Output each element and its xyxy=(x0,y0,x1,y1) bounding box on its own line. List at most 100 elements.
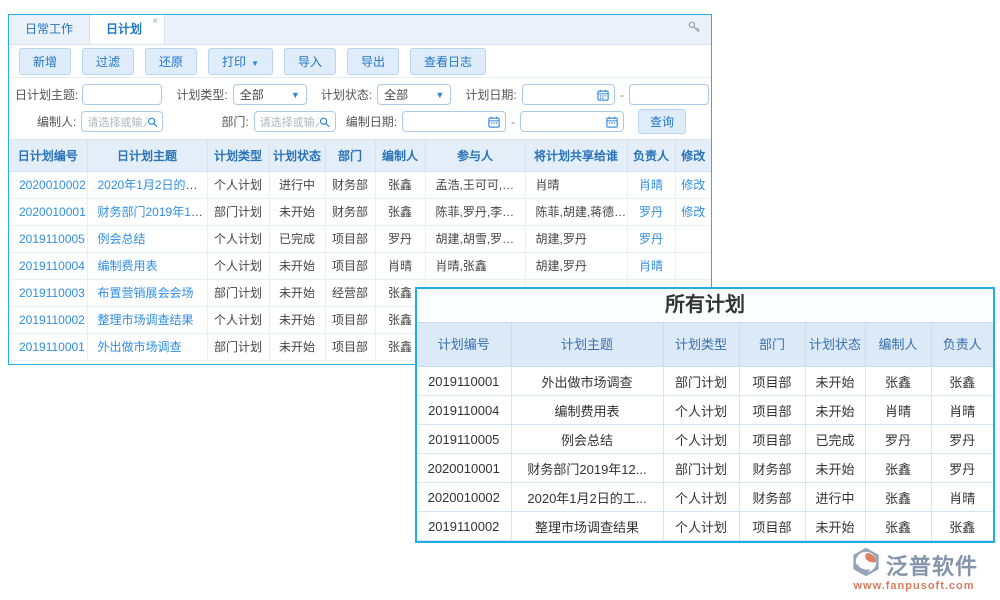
plan-dept: 财务部 xyxy=(325,171,375,198)
col-header-type[interactable]: 计划类型 xyxy=(663,323,739,367)
col-header-status[interactable]: 计划状态 xyxy=(269,140,325,171)
plan-id-link[interactable]: 2019110002 xyxy=(19,313,85,327)
table-row[interactable]: 2020010001 财务部门2019年12... 部门计划 财务部 未开始 张… xyxy=(417,454,993,483)
table-row[interactable]: 2019110001 外出做市场调查 部门计划 项目部 未开始 张鑫 张鑫 xyxy=(417,367,993,396)
plan-id-link[interactable]: 2019110003 xyxy=(19,286,85,300)
dept-filter-input[interactable]: 请选择或输入 xyxy=(254,111,336,132)
plan-share: 胡建,罗丹 xyxy=(525,225,627,252)
table-row[interactable]: 2020010002 2020年1月2日的工... 个人计划 财务部 进行中 张… xyxy=(417,483,993,512)
add-button[interactable]: 新增 xyxy=(19,48,71,75)
plan-dept: 项目部 xyxy=(325,333,375,360)
created-date-from-input[interactable] xyxy=(402,111,506,132)
plan-subject: 2020年1月2日的工... xyxy=(511,483,663,512)
key-icon[interactable] xyxy=(687,20,701,39)
plan-subject-link[interactable]: 2020年1月2日的工作日... xyxy=(98,178,208,192)
plan-subject-link[interactable]: 例会总结 xyxy=(98,232,146,246)
tab-daily-work[interactable]: 日常工作 xyxy=(9,15,89,44)
all-plans-table: 计划编号 计划主题 计划类型 部门 计划状态 编制人 负责人 201911000… xyxy=(417,322,993,541)
col-header-creator[interactable]: 编制人 xyxy=(375,140,425,171)
plan-dept: 项目部 xyxy=(739,512,805,541)
table-row[interactable]: 2019110004 编制费用表 个人计划 项目部 未开始 肖晴 肖晴 xyxy=(417,396,993,425)
plan-dept: 项目部 xyxy=(739,425,805,454)
table-row[interactable]: 2019110002 整理市场调查结果 个人计划 项目部 未开始 张鑫 张鑫 xyxy=(417,512,993,541)
brand-url[interactable]: www.fanpusoft.com xyxy=(834,580,994,592)
status-filter-select[interactable]: 全部 ▼ xyxy=(377,84,451,105)
plan-creator: 张鑫 xyxy=(375,198,425,225)
calendar-icon xyxy=(597,89,609,101)
col-header-creator[interactable]: 编制人 xyxy=(865,323,931,367)
plan-participants: 孟浩,王可可,肖晴,张鑫 xyxy=(425,171,525,198)
plan-type: 个人计划 xyxy=(663,483,739,512)
plan-creator: 张鑫 xyxy=(865,367,931,396)
plan-subject: 外出做市场调查 xyxy=(511,367,663,396)
plan-dept: 项目部 xyxy=(739,396,805,425)
plan-owner: 罗丹 xyxy=(931,425,993,454)
col-header-dept[interactable]: 部门 xyxy=(739,323,805,367)
plan-owner-link[interactable]: 罗丹 xyxy=(639,205,663,219)
plan-id-link[interactable]: 2019110005 xyxy=(19,232,85,246)
plan-owner-link[interactable]: 肖晴 xyxy=(639,259,663,273)
plan-subject-link[interactable]: 财务部门2019年12月的... xyxy=(98,205,208,219)
col-header-share[interactable]: 将计划共享给谁 xyxy=(525,140,627,171)
col-header-plan-id[interactable]: 日计划编号 xyxy=(9,140,87,171)
plan-id-link[interactable]: 2019110001 xyxy=(19,340,85,354)
type-filter-select[interactable]: 全部 ▼ xyxy=(233,84,307,105)
export-button[interactable]: 导出 xyxy=(347,48,399,75)
col-header-subject[interactable]: 日计划主题 xyxy=(87,140,207,171)
plan-dept: 项目部 xyxy=(325,252,375,279)
plan-subject-link[interactable]: 外出做市场调查 xyxy=(98,340,182,354)
all-plans-title: 所有计划 xyxy=(417,289,993,322)
plan-id: 2019110004 xyxy=(417,396,511,425)
print-label: 打印 xyxy=(222,55,246,69)
print-button[interactable]: 打印▼ xyxy=(208,48,273,75)
filter-button[interactable]: 过滤 xyxy=(82,48,134,75)
col-header-edit[interactable]: 修改 xyxy=(675,140,711,171)
plan-subject-link[interactable]: 整理市场调查结果 xyxy=(98,313,194,327)
plan-dept: 项目部 xyxy=(739,367,805,396)
plan-type: 部门计划 xyxy=(663,367,739,396)
col-header-plan-id[interactable]: 计划编号 xyxy=(417,323,511,367)
plan-creator: 张鑫 xyxy=(375,171,425,198)
table-row[interactable]: 2019110005 例会总结 个人计划 项目部 已完成 罗丹 罗丹 xyxy=(417,425,993,454)
creator-filter-input[interactable]: 请选择或输入 xyxy=(81,111,163,132)
dept-filter-placeholder: 请选择或输入 xyxy=(260,114,319,130)
col-header-status[interactable]: 计划状态 xyxy=(805,323,865,367)
plan-owner-link[interactable]: 肖晴 xyxy=(639,178,663,192)
edit-link[interactable]: 修改 xyxy=(681,205,705,219)
plan-type: 部门计划 xyxy=(207,279,269,306)
plan-type: 部门计划 xyxy=(663,454,739,483)
plan-date-from-input[interactable] xyxy=(522,84,615,105)
import-button[interactable]: 导入 xyxy=(284,48,336,75)
col-header-subject[interactable]: 计划主题 xyxy=(511,323,663,367)
col-header-dept[interactable]: 部门 xyxy=(325,140,375,171)
created-date-to-input[interactable] xyxy=(520,111,624,132)
plan-subject-link[interactable]: 布置营销展会会场 xyxy=(98,286,194,300)
plan-owner-link[interactable]: 罗丹 xyxy=(639,232,663,246)
plan-creator: 张鑫 xyxy=(865,512,931,541)
plan-subject-link[interactable]: 编制费用表 xyxy=(98,259,158,273)
plan-creator: 肖晴 xyxy=(865,396,931,425)
view-log-button[interactable]: 查看日志 xyxy=(410,48,486,75)
col-header-owner[interactable]: 负责人 xyxy=(627,140,675,171)
plan-id-link[interactable]: 2020010001 xyxy=(19,205,86,219)
col-header-owner[interactable]: 负责人 xyxy=(931,323,993,367)
fanpu-logo-icon xyxy=(850,547,882,582)
plan-date-filter-label: 计划日期: xyxy=(465,86,516,103)
plan-type: 部门计划 xyxy=(207,198,269,225)
restore-button[interactable]: 还原 xyxy=(145,48,197,75)
tab-day-plan[interactable]: 日计划 × xyxy=(89,15,165,44)
search-button[interactable]: 查询 xyxy=(638,109,686,134)
edit-link[interactable]: 修改 xyxy=(681,178,705,192)
plan-date-to-input[interactable] xyxy=(629,84,709,105)
toolbar: 新增 过滤 还原 打印▼ 导入 导出 查看日志 xyxy=(9,45,711,78)
tab-close-icon[interactable]: × xyxy=(152,17,158,27)
plan-type: 个人计划 xyxy=(663,425,739,454)
plan-subject: 编制费用表 xyxy=(511,396,663,425)
subject-filter-input[interactable] xyxy=(82,84,162,105)
plan-id-link[interactable]: 2020010002 xyxy=(19,178,86,192)
col-header-type[interactable]: 计划类型 xyxy=(207,140,269,171)
col-header-participants[interactable]: 参与人 xyxy=(425,140,525,171)
plan-dept: 项目部 xyxy=(325,225,375,252)
subject-filter-label: 日计划主题: xyxy=(15,86,78,103)
plan-id-link[interactable]: 2019110004 xyxy=(19,259,85,273)
